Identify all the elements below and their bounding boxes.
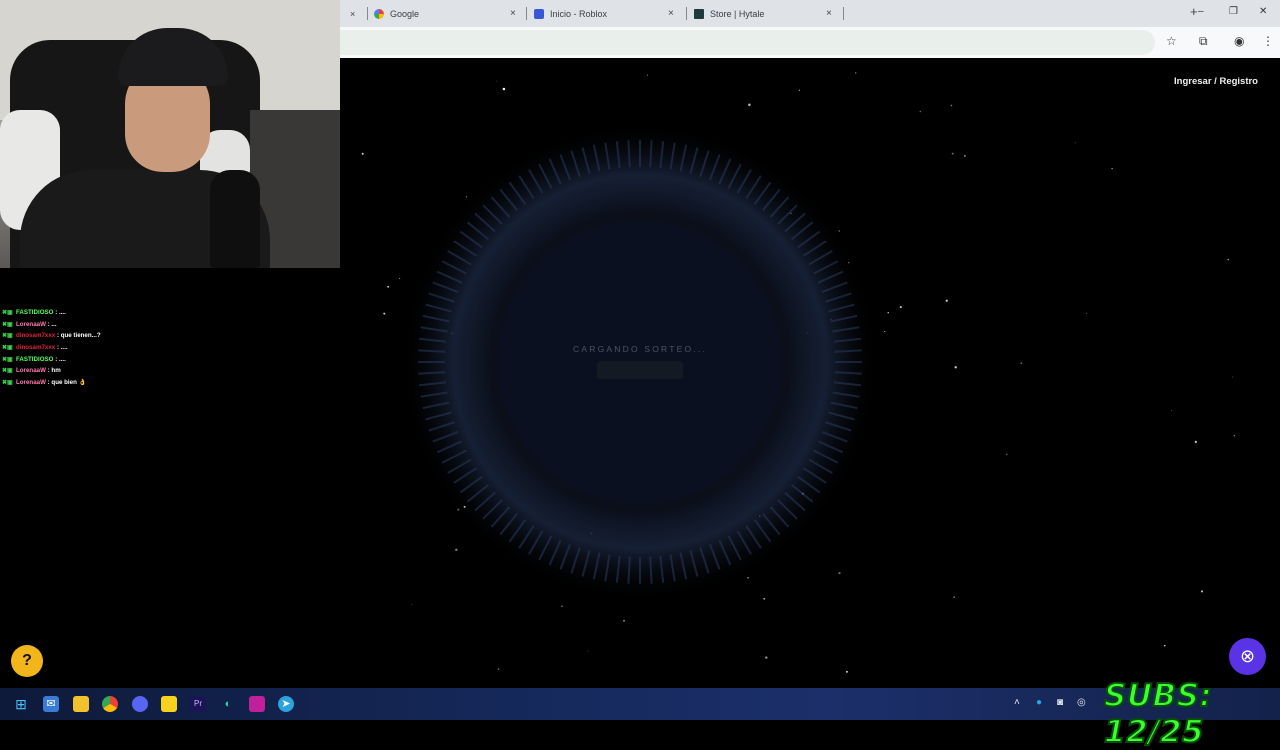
- close-icon[interactable]: ×: [510, 8, 516, 19]
- taskbar: ⊞ ✉ Pr ◐ ➤ ˄ ● ◙ ◎: [0, 688, 1280, 720]
- discord-tray-icon[interactable]: ◙: [1057, 697, 1063, 708]
- premiere-icon[interactable]: Pr: [190, 696, 206, 712]
- close-icon[interactable]: ×: [668, 8, 674, 19]
- chat-username: dinosam7xxx: [16, 344, 56, 352]
- tab-close-active[interactable]: ×: [350, 0, 355, 27]
- streaming-app-icon[interactable]: ◐: [220, 696, 236, 712]
- chat-message: ✖▣ FASTIDIOSO : ....: [2, 307, 302, 319]
- chat-message: ✖▣ dinosam7xxx : ....: [2, 342, 302, 354]
- window-close-button[interactable]: ✕: [1259, 6, 1267, 17]
- ring-tick: [627, 140, 631, 168]
- start-icon[interactable]: ⊞: [13, 696, 29, 712]
- new-tab-button[interactable]: +: [1190, 4, 1198, 19]
- chat-username: FASTIDIOSO: [16, 355, 54, 363]
- chat-username: dinosam7xxx: [16, 332, 56, 340]
- ring-tick: [627, 556, 631, 584]
- loading-bar: [597, 361, 683, 379]
- tab-title: Store | Hytale: [710, 8, 765, 19]
- chat-text: : ...: [45, 320, 57, 328]
- loading-ring: [400, 122, 880, 602]
- ring-tick: [649, 140, 653, 168]
- chat-message: ✖▣ dinosam7xxx : que tienen...?: [2, 330, 302, 342]
- discord-icon[interactable]: [132, 696, 148, 712]
- web-page: Ingresar / Registro CARGANDO SORTEO...: [340, 58, 1280, 688]
- browser-tabstrip: × Google × Inicio - Roblox × Store | Hyt…: [340, 0, 1280, 27]
- subs-counter-overlay: SUBS: 12/25: [1103, 677, 1213, 750]
- chat-text: : ....: [53, 309, 66, 316]
- stream-chat: ✖▣ FASTIDIOSO : .... ✖▣ LorenaaW : ... ✖▣ din…: [2, 307, 302, 389]
- hytale-icon: [694, 8, 704, 19]
- bookmark-star-icon[interactable]: ☆: [1166, 34, 1177, 48]
- telegram-icon[interactable]: ➤: [278, 696, 294, 712]
- extensions-icon[interactable]: ⧉: [1199, 34, 1208, 49]
- chat-message: ✖▣ FASTIDIOSO : ....: [2, 354, 302, 366]
- chat-username: LorenaaW: [16, 320, 46, 328]
- browser-toolbar: ☆ ⧉ ◉ ⋮: [340, 27, 1280, 58]
- chat-text: : hm: [45, 367, 61, 375]
- mail-icon[interactable]: ✉: [43, 696, 59, 712]
- ring-tick: [649, 556, 653, 584]
- chat-text: : que bien 👌: [45, 379, 87, 387]
- restore-button[interactable]: ❐: [1229, 6, 1238, 17]
- chat-message: ✖▣ LorenaaW : ...: [2, 319, 302, 331]
- chat-badge-icon: ✖▣: [2, 310, 13, 316]
- chat-message: ✖▣ LorenaaW : hm: [2, 365, 302, 377]
- chat-text: : ....: [53, 355, 66, 363]
- menu-icon[interactable]: ⋮: [1262, 34, 1274, 48]
- close-icon[interactable]: ×: [826, 8, 832, 19]
- sticky-notes-icon[interactable]: [161, 696, 177, 712]
- support-button[interactable]: ⊗: [1229, 638, 1266, 675]
- roblox-icon: [534, 8, 544, 19]
- pink-app-icon[interactable]: [249, 696, 265, 712]
- loading-text: CARGANDO SORTEO...: [573, 344, 707, 354]
- ring-tick: [418, 349, 446, 353]
- ring-tick: [834, 371, 862, 375]
- tab-title: Inicio - Roblox: [550, 8, 608, 19]
- steam-tray-icon[interactable]: ◎: [1077, 697, 1086, 708]
- tab-google[interactable]: Google ×: [374, 0, 524, 27]
- minimize-button[interactable]: –: [1198, 6, 1204, 17]
- help-button[interactable]: ?: [11, 645, 43, 677]
- address-bar[interactable]: [340, 30, 1155, 55]
- chat-text: : ....: [55, 344, 68, 352]
- tray-chevron-icon[interactable]: ˄: [1014, 697, 1020, 708]
- microphone: [210, 170, 260, 268]
- file-explorer-icon[interactable]: [73, 696, 89, 712]
- webcam-feed: [0, 0, 340, 268]
- tab-title: Google: [390, 8, 420, 19]
- profile-icon[interactable]: ◉: [1234, 34, 1244, 48]
- chat-text: : que tienen...?: [55, 332, 101, 340]
- ring-tick: [834, 349, 862, 353]
- chat-username: LorenaaW: [16, 367, 46, 375]
- tab-hytale[interactable]: Store | Hytale ×: [694, 0, 844, 27]
- chat-username: FASTIDIOSO: [16, 309, 54, 316]
- ring-tick: [418, 371, 446, 375]
- telegram-tray-icon[interactable]: ●: [1036, 697, 1042, 708]
- tab-roblox[interactable]: Inicio - Roblox ×: [534, 0, 684, 27]
- google-icon: [374, 8, 384, 19]
- chrome-icon[interactable]: [102, 696, 118, 712]
- chat-message: ✖▣ LorenaaW : que bien 👌: [2, 377, 302, 389]
- chat-badge-icon: ✖▣: [2, 380, 13, 387]
- chat-username: LorenaaW: [16, 379, 46, 387]
